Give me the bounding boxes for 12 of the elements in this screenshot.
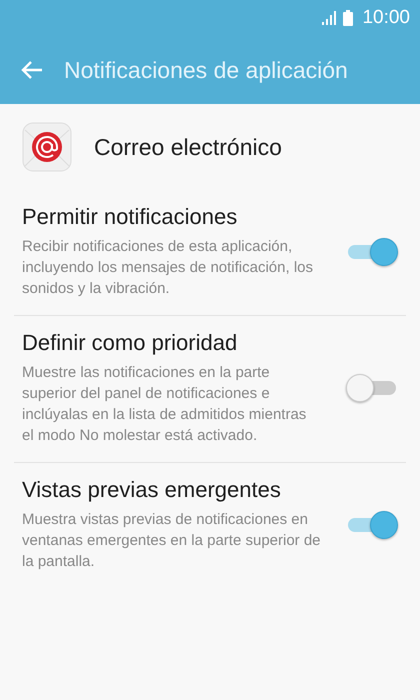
setting-title: Definir como prioridad — [22, 330, 238, 356]
app-name: Correo electrónico — [94, 134, 282, 160]
setting-description: Muestra vistas previas de notificaciones en ventanas emergentes en la parte superior de la pantalla. — [22, 510, 322, 572]
status-time: 10:00 — [362, 7, 410, 29]
screen-title: Notificaciones de aplicación — [64, 56, 348, 84]
email-app-icon — [22, 122, 72, 172]
setting-title: Permitir notificaciones — [22, 204, 238, 230]
setting-description: Recibir notificaciones de esta aplicación, incluyendo los mensajes de notificación, los sonidos y la vibración. — [22, 237, 314, 299]
setting-description: Muestre las notificaciones en la parte superior del panel de notificaciones e inclúyalas en la lista de admitidos mientras el modo No molestar está activado. — [22, 363, 308, 446]
battery-icon — [343, 10, 354, 26]
setting-title: Vistas previas emergentes — [22, 477, 282, 503]
signal-icon — [322, 11, 338, 25]
